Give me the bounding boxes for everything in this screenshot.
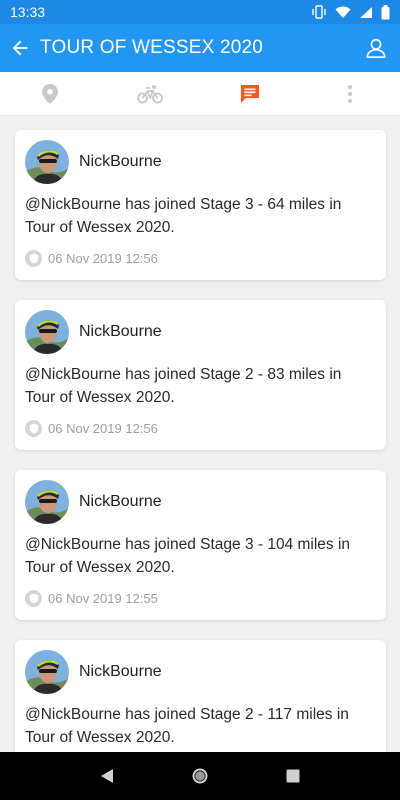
status-time: 13:33 <box>10 4 46 20</box>
avatar[interactable] <box>25 310 69 354</box>
feed-card[interactable]: NickBourne @NickBourne has joined Stage … <box>15 470 386 620</box>
more-vertical-icon <box>348 84 352 103</box>
nav-home-button[interactable] <box>180 756 220 796</box>
card-header: NickBourne <box>25 650 162 694</box>
user-icon <box>366 38 386 58</box>
vibrate-icon <box>311 5 327 19</box>
post-timestamp: 06 Nov 2019 12:56 <box>48 421 158 436</box>
battery-icon <box>381 4 390 20</box>
location-pin-icon <box>42 83 58 104</box>
nav-recents-button[interactable] <box>273 756 313 796</box>
post-text: @NickBourne has joined Stage 3 - 104 mil… <box>25 536 351 576</box>
shield-icon <box>25 590 42 607</box>
post-text: @NickBourne has joined Stage 2 - 83 mile… <box>25 366 342 406</box>
avatar[interactable] <box>25 140 69 184</box>
post-meta: 06 Nov 2019 12:56 <box>25 420 158 437</box>
status-bar: 13:33 <box>0 0 400 24</box>
app-bar: TOUR OF WESSEX 2020 <box>0 24 400 72</box>
card-header: NickBourne <box>25 310 162 354</box>
user-name[interactable]: NickBourne <box>79 153 162 171</box>
tab-activity[interactable] <box>200 72 300 115</box>
status-icons <box>311 4 390 20</box>
card-header: NickBourne <box>25 480 162 524</box>
avatar[interactable] <box>25 650 69 694</box>
user-name[interactable]: NickBourne <box>79 323 162 341</box>
shield-icon <box>25 420 42 437</box>
user-name[interactable]: NickBourne <box>79 493 162 511</box>
post-timestamp: 06 Nov 2019 12:56 <box>48 251 158 266</box>
wifi-icon <box>335 6 351 19</box>
shield-icon <box>25 250 42 267</box>
post-meta: 06 Nov 2019 12:55 <box>25 590 158 607</box>
activity-feed: NickBourne @NickBourne has joined Stage … <box>0 116 400 752</box>
user-name[interactable]: NickBourne <box>79 663 162 681</box>
card-header: NickBourne <box>25 140 162 184</box>
system-nav-bar <box>0 752 400 800</box>
post-text: @NickBourne has joined Stage 2 - 117 mil… <box>25 706 349 746</box>
nav-back-button[interactable] <box>87 756 127 796</box>
feed-card[interactable]: NickBourne @NickBourne has joined Stage … <box>15 130 386 280</box>
post-timestamp: 06 Nov 2019 12:55 <box>48 591 158 606</box>
tab-bar <box>0 72 400 116</box>
arrow-back-icon <box>12 40 28 56</box>
post-meta: 06 Nov 2019 12:56 <box>25 250 158 267</box>
profile-button[interactable] <box>352 24 400 72</box>
bicycle-icon <box>137 84 163 103</box>
tab-rides[interactable] <box>100 72 200 115</box>
post-text: @NickBourne has joined Stage 3 - 64 mile… <box>25 196 342 236</box>
square-recents-icon <box>286 769 300 783</box>
feed-card[interactable]: NickBourne @NickBourne has joined Stage … <box>15 640 386 752</box>
triangle-back-icon <box>100 769 113 783</box>
page-title: TOUR OF WESSEX 2020 <box>40 37 264 58</box>
chat-message-icon <box>241 84 259 103</box>
feed-card[interactable]: NickBourne @NickBourne has joined Stage … <box>15 300 386 450</box>
signal-icon <box>359 6 373 19</box>
back-button[interactable] <box>0 24 40 72</box>
tab-location[interactable] <box>0 72 100 115</box>
avatar[interactable] <box>25 480 69 524</box>
circle-home-icon <box>192 768 208 784</box>
tab-more[interactable] <box>300 72 400 115</box>
